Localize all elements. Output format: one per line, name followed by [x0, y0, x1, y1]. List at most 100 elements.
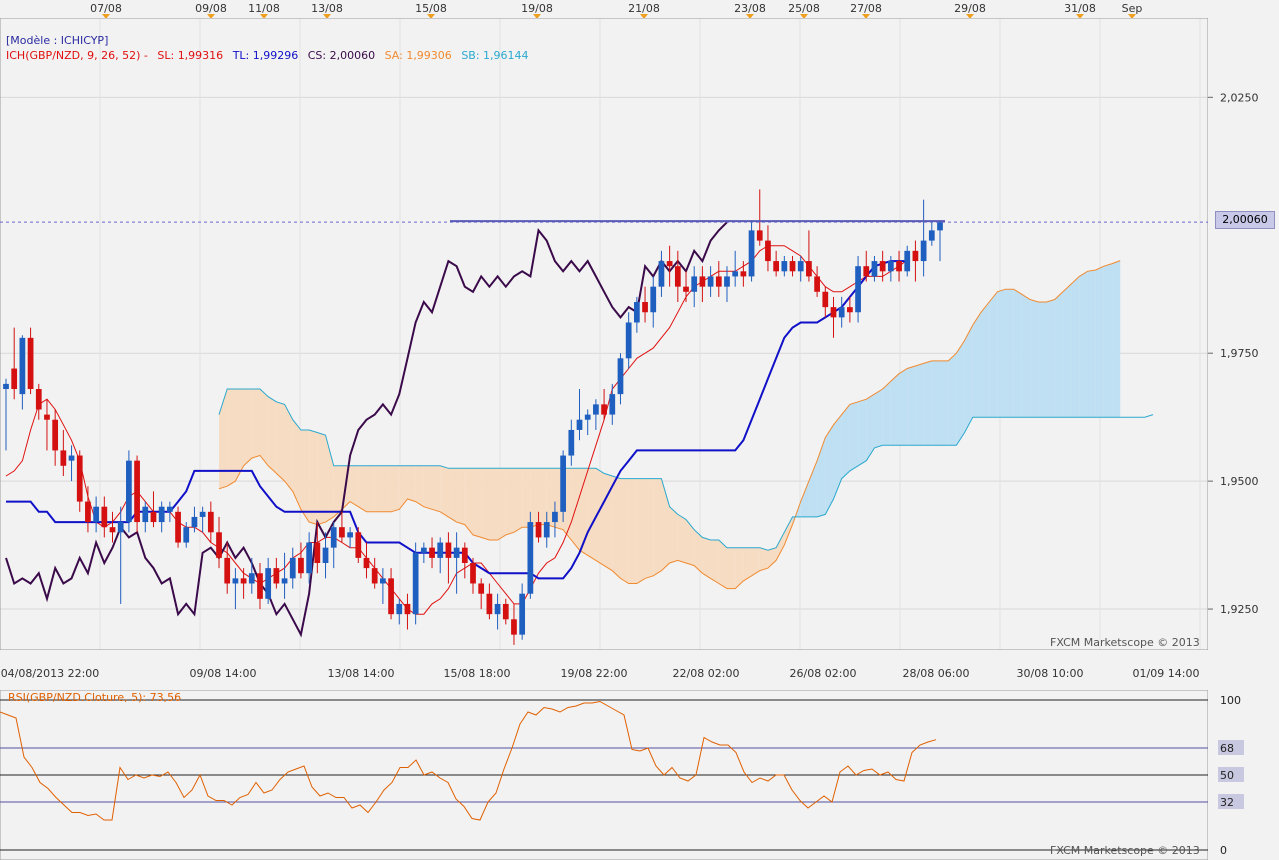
candle[interactable] [519, 583, 526, 640]
candle[interactable] [289, 547, 296, 589]
candle[interactable] [584, 409, 591, 436]
candle[interactable] [265, 557, 272, 604]
candle[interactable] [76, 450, 83, 512]
candle[interactable] [650, 276, 657, 328]
candle[interactable] [789, 255, 796, 277]
candle[interactable] [765, 225, 771, 272]
candle[interactable] [781, 255, 788, 277]
candle[interactable] [330, 522, 337, 569]
candle[interactable] [85, 486, 91, 533]
candle[interactable] [11, 327, 18, 400]
candle[interactable] [27, 327, 34, 395]
candle[interactable] [35, 383, 42, 420]
candle[interactable] [887, 255, 894, 282]
candle[interactable] [617, 353, 624, 405]
candle[interactable] [3, 378, 9, 451]
candle[interactable] [666, 245, 673, 287]
candle[interactable] [715, 261, 722, 297]
candle[interactable] [609, 383, 616, 425]
candle[interactable] [281, 552, 288, 599]
candle[interactable] [314, 522, 321, 574]
candle[interactable] [93, 496, 99, 533]
price-chart-pane[interactable] [0, 18, 1208, 650]
price-axis[interactable]: 2,0250 1,9750 1,9500 1,9250 [1208, 18, 1279, 650]
candle[interactable] [199, 506, 206, 533]
candle[interactable] [68, 445, 75, 482]
candle[interactable] [142, 501, 149, 533]
candle[interactable] [838, 296, 845, 328]
candle[interactable] [224, 542, 231, 594]
candle[interactable] [806, 230, 812, 282]
candle[interactable] [470, 557, 476, 594]
candle[interactable] [797, 255, 804, 282]
candle[interactable] [363, 542, 370, 579]
candle[interactable] [248, 557, 255, 594]
candle[interactable] [339, 511, 345, 543]
candle[interactable] [732, 250, 739, 287]
candle[interactable] [126, 450, 132, 533]
candle[interactable] [347, 527, 353, 548]
candle[interactable] [937, 220, 943, 262]
candle[interactable] [642, 286, 648, 323]
candle[interactable] [396, 598, 403, 625]
candle[interactable] [404, 593, 411, 630]
candle[interactable] [855, 255, 861, 323]
candle[interactable] [478, 578, 485, 610]
candle[interactable] [568, 419, 575, 466]
candle[interactable] [560, 450, 566, 523]
candle[interactable] [445, 532, 452, 584]
candle[interactable] [216, 516, 222, 569]
candle[interactable] [109, 511, 116, 543]
candle[interactable] [420, 542, 427, 564]
candle[interactable] [60, 429, 67, 477]
candle[interactable] [691, 266, 698, 308]
candle[interactable] [756, 189, 763, 246]
candle[interactable] [388, 568, 394, 620]
candle[interactable] [674, 250, 681, 303]
candle[interactable] [380, 568, 386, 604]
candle[interactable] [912, 240, 919, 282]
candle[interactable] [257, 563, 263, 610]
candle[interactable] [683, 271, 689, 303]
candle[interactable] [429, 537, 435, 569]
candle[interactable] [453, 532, 460, 594]
candle[interactable] [633, 296, 640, 333]
candle[interactable] [748, 220, 755, 282]
candle[interactable] [240, 568, 247, 599]
candle[interactable] [461, 542, 468, 579]
candle[interactable] [879, 250, 886, 282]
candle[interactable] [707, 266, 714, 297]
candle[interactable] [134, 455, 140, 533]
candle[interactable] [355, 527, 362, 564]
rsi-pane[interactable] [0, 690, 1208, 860]
rsi-axis[interactable]: 100 68 50 32 0 [1208, 690, 1279, 860]
candle[interactable] [502, 598, 509, 625]
candle[interactable] [928, 220, 935, 246]
candle[interactable] [814, 266, 820, 297]
candle[interactable] [158, 501, 165, 533]
candle[interactable] [625, 312, 632, 369]
candle[interactable] [511, 603, 517, 645]
candle[interactable] [896, 250, 902, 282]
candle[interactable] [437, 537, 444, 574]
candle[interactable] [298, 542, 304, 579]
candle[interactable] [920, 199, 927, 277]
candle[interactable] [175, 506, 181, 548]
candle[interactable] [101, 496, 108, 538]
candle[interactable] [822, 286, 829, 318]
candle[interactable] [44, 399, 50, 451]
candle[interactable] [232, 568, 239, 610]
candle[interactable] [863, 250, 870, 282]
candle[interactable] [527, 511, 534, 599]
candle[interactable] [904, 245, 911, 277]
candle[interactable] [593, 399, 599, 430]
candle[interactable] [576, 389, 583, 441]
candle[interactable] [871, 255, 878, 282]
candle[interactable] [601, 389, 607, 420]
candle[interactable] [371, 557, 378, 589]
candle[interactable] [486, 583, 493, 620]
candle[interactable] [273, 557, 280, 589]
candle[interactable] [52, 409, 59, 466]
candle[interactable] [658, 250, 665, 297]
candle[interactable] [19, 335, 26, 410]
